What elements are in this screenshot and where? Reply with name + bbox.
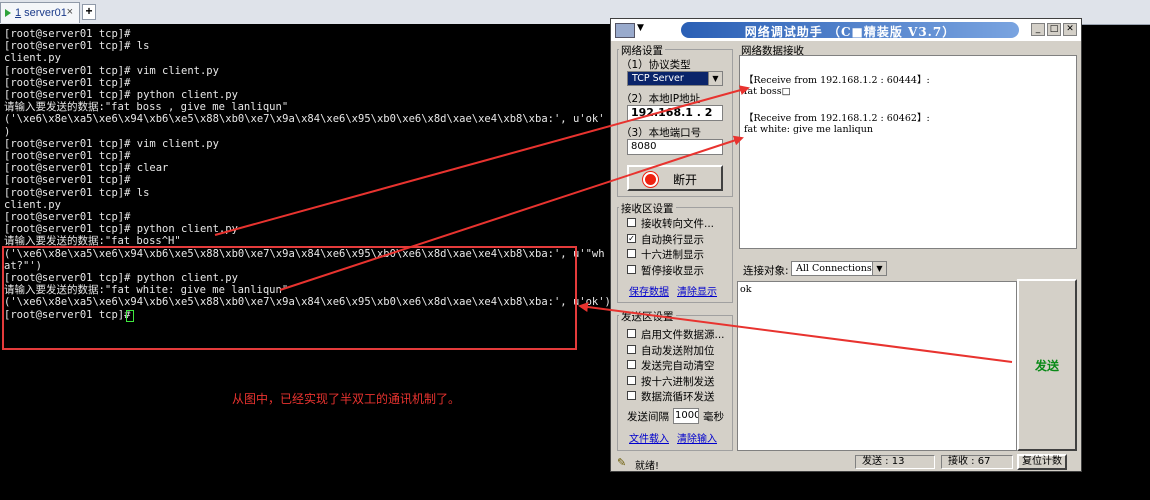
maximize-button[interactable]: □ [1047, 23, 1061, 36]
record-icon [643, 172, 658, 187]
send-input[interactable]: ok [737, 281, 1017, 451]
title-bar: ▼ 网络调试助手 （C■精装版 V3.7） _ □ ✕ [611, 19, 1081, 41]
protocol-select[interactable]: TCP Server ▼ [627, 71, 723, 86]
option-label: 暂停接收显示 [641, 264, 704, 277]
close-button[interactable]: ✕ [1063, 23, 1077, 36]
connected-icon [5, 9, 11, 17]
terminal-line: [root@server01 tcp]# ls [4, 186, 150, 199]
terminal-line: ('\xe6\x8e\xa5\xe6\x94\xb6\xe5\x88\xb0\x… [4, 113, 605, 126]
status-bar: ✎ 就绪! 发送 : 13 接收 : 67 复位计数 [611, 453, 1081, 472]
terminal-line: client.py [4, 52, 61, 65]
option-checkbox[interactable] [627, 375, 636, 385]
send-interval-field[interactable]: 1000 [673, 408, 699, 424]
protocol-label: （1）协议类型 [621, 59, 691, 71]
send-settings-label: 发送区设置 [619, 309, 676, 324]
sent-counter: 发送 : 13 [855, 455, 935, 469]
save-data-link[interactable]: 保存数据 [629, 283, 669, 298]
option-label: 发送完自动清空 [641, 360, 715, 372]
close-tab-icon[interactable]: × [67, 6, 73, 18]
tab-server01[interactable]: 1 server01 × [0, 2, 80, 23]
option-checkbox[interactable] [627, 249, 636, 258]
option-checkbox[interactable] [627, 344, 636, 354]
recv-area[interactable]: 【Receive from 192.168.1.2 : 60444】: fat … [739, 55, 1077, 249]
app-icon[interactable] [615, 23, 635, 38]
chevron-down-icon[interactable]: ▼ [708, 72, 722, 85]
send-button[interactable]: 发送 [1017, 279, 1077, 451]
ip-field[interactable]: 192.168.1 . 2 [627, 105, 723, 121]
connection-label: 连接对象: [743, 265, 789, 277]
disconnect-label: 断开 [673, 173, 698, 187]
send-interval-unit: 毫秒 [703, 411, 724, 423]
terminal-line: [root@server01 tcp]# [4, 28, 131, 40]
tab-number: 1 [15, 7, 22, 19]
chevron-down-icon[interactable]: ▼ [872, 262, 886, 275]
option-checkbox[interactable] [627, 391, 636, 400]
terminal-line: 请输入要发送的数据:"fat boss , give me lanliqun" [4, 101, 289, 114]
terminal-line: [root@server01 tcp]# clear [4, 162, 169, 175]
terminal-line: [root@server01 tcp]# python client.py [4, 89, 238, 101]
new-tab-button[interactable]: + [82, 4, 96, 20]
connection-select[interactable]: All Connections ▼ [791, 261, 887, 276]
window-title: 网络调试助手 （C■精装版 V3.7） [744, 25, 956, 39]
terminal-line: client.py [4, 198, 61, 211]
recv-message-header: 【Receive from 192.168.1.2 : 60444】: [744, 75, 930, 86]
received-counter: 接收 : 67 [941, 455, 1013, 469]
ready-icon: ✎ [617, 456, 627, 469]
option-label: 数据流循环发送 [641, 391, 715, 403]
recv-settings-label: 接收区设置 [619, 201, 676, 216]
net-assistant-window: ▼ 网络调试助手 （C■精装版 V3.7） _ □ ✕ 网络设置 （1）协议类型… [610, 18, 1082, 472]
option-checkbox[interactable] [627, 264, 636, 274]
option-checkbox[interactable]: ✓ [627, 233, 636, 243]
terminal-line: [root@server01 tcp]# [4, 174, 131, 187]
connection-value: All Connections [796, 263, 872, 274]
terminal-line: ) [4, 125, 11, 138]
option-label: 十六进制显示 [641, 249, 704, 261]
send-button-label: 发送 [1034, 359, 1059, 373]
port-label: （3）本地端口号 [621, 127, 702, 139]
minimize-button[interactable]: _ [1031, 23, 1045, 36]
recv-message-header: 【Receive from 192.168.1.2 : 60462】: [744, 113, 930, 124]
clear-display-link[interactable]: 清除显示 [677, 283, 717, 298]
terminal-line: [root@server01 tcp]# vim client.py [4, 137, 219, 150]
send-interval-label: 发送间隔 [627, 411, 669, 423]
terminal-line: [root@server01 tcp]# [4, 150, 131, 162]
option-label: 自动换行显示 [641, 233, 704, 246]
terminal-line: [root@server01 tcp]# ls [4, 40, 150, 53]
tab-label: server01 [24, 7, 67, 19]
option-checkbox[interactable] [627, 360, 636, 369]
clear-input-link[interactable]: 清除输入 [677, 430, 717, 445]
option-checkbox[interactable] [627, 218, 636, 227]
recv-message-body: fat white: give me lanliqun [744, 124, 873, 135]
highlight-box [2, 246, 577, 350]
recv-message-body: fat boss□ [744, 86, 791, 97]
net-settings-label: 网络设置 [619, 43, 665, 58]
system-menu-arrow-icon[interactable]: ▼ [637, 23, 644, 33]
protocol-value: TCP Server [632, 73, 684, 84]
option-label: 接收转向文件... [641, 218, 715, 230]
reset-count-button[interactable]: 复位计数 [1017, 454, 1067, 470]
terminal-line: [root@server01 tcp]# python client.py [4, 223, 238, 236]
port-field[interactable]: 8080 [627, 139, 723, 155]
ip-label: （2）本地IP地址 [621, 93, 701, 105]
option-checkbox[interactable] [627, 329, 636, 338]
status-ready: 就绪! [635, 461, 660, 472]
terminal-pane[interactable]: [root@server01 tcp]# [root@server01 tcp]#… [0, 24, 611, 500]
caption-text: 从图中，已经实现了半双工的通讯机制了。 [232, 392, 461, 406]
disconnect-button[interactable]: 断开 [627, 165, 723, 191]
terminal-line: [root@server01 tcp]# [4, 76, 131, 89]
option-label: 启用文件数据源... [641, 329, 725, 341]
terminal-line: [root@server01 tcp]# [4, 211, 131, 223]
option-label: 按十六进制发送 [641, 375, 715, 388]
load-file-link[interactable]: 文件载入 [629, 430, 669, 445]
option-label: 自动发送附加位 [641, 344, 715, 357]
terminal-line: [root@server01 tcp]# vim client.py [4, 64, 219, 77]
